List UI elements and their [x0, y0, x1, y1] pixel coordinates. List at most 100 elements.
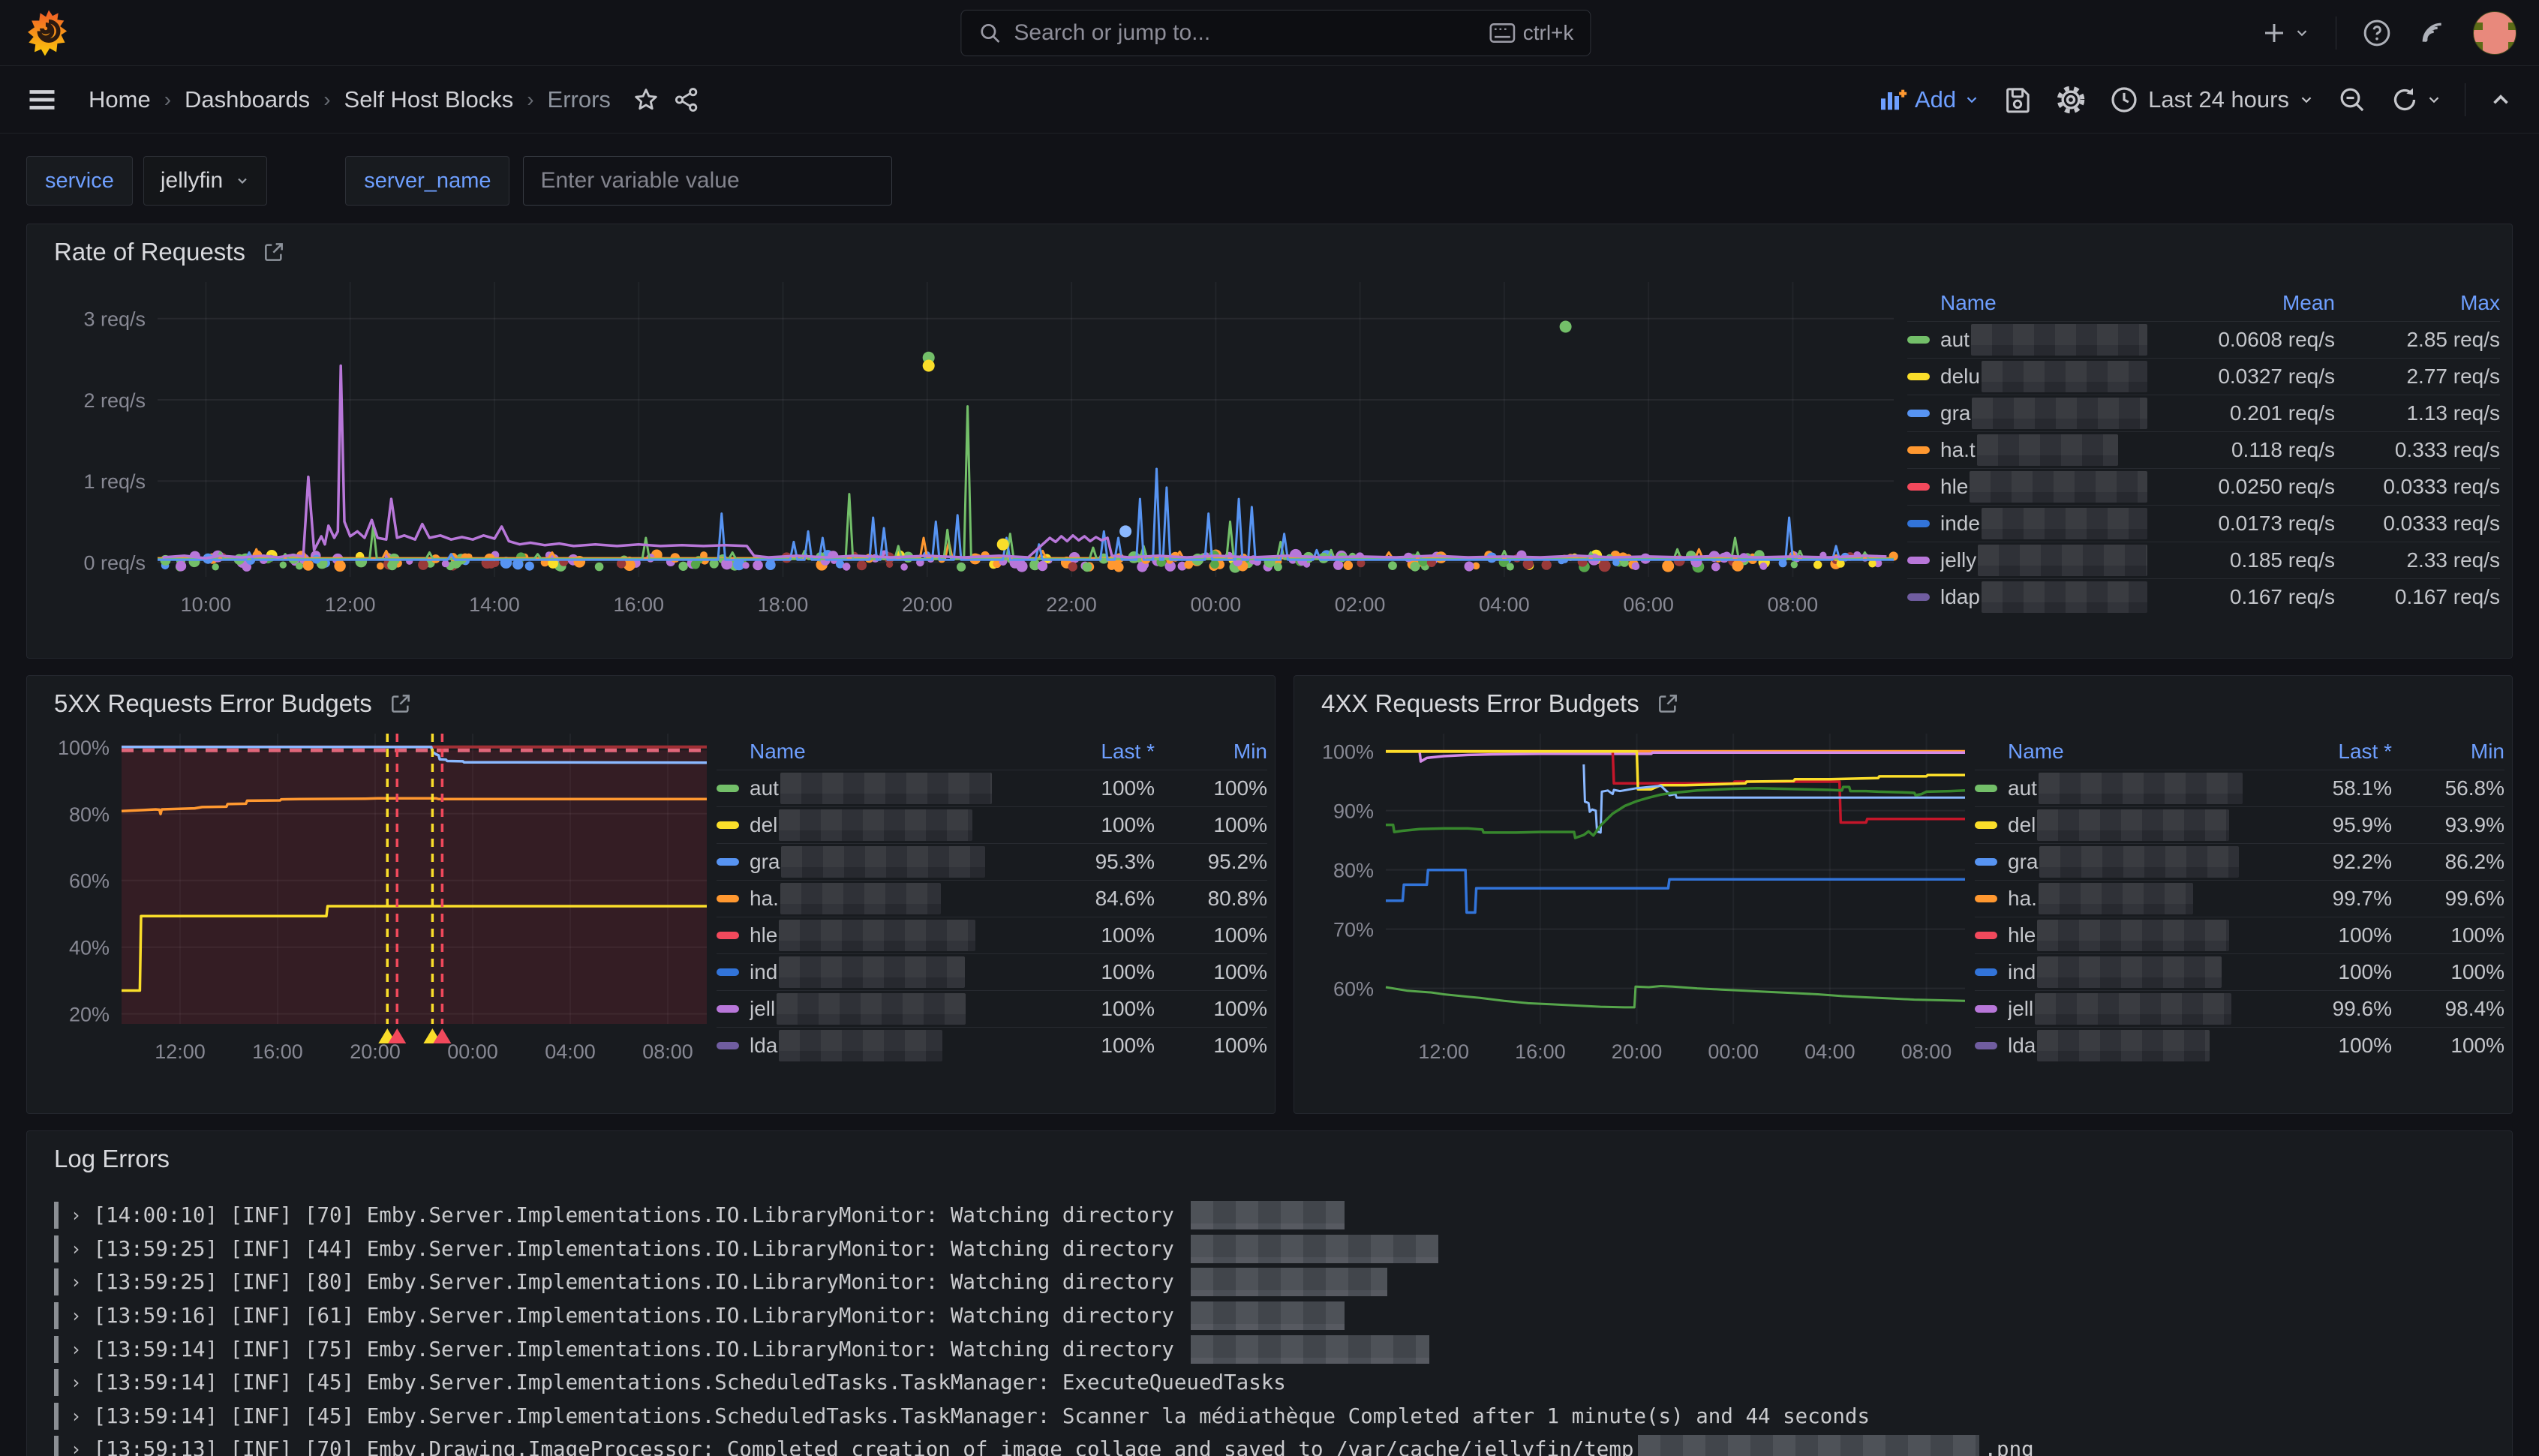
legend-rows: aut 58.1% 56.8% del 95.: [1975, 770, 2504, 1064]
log-line[interactable]: › [14:00:10] [INF] [70] Emby.Server.Impl…: [54, 1199, 2489, 1232]
legend-header-name[interactable]: Name: [2008, 740, 2257, 764]
external-link-icon[interactable]: [389, 692, 413, 716]
legend-header-mean[interactable]: Mean: [2147, 291, 2335, 315]
legend-row[interactable]: hle 100% 100%: [717, 917, 1267, 953]
zoom-out-time-button[interactable]: [2337, 85, 2367, 115]
breadcrumb: Home›Dashboards›Self Host Blocks›Errors: [89, 86, 611, 113]
svg-text:08:00: 08:00: [642, 1040, 693, 1063]
4xx-error-budget-chart[interactable]: 60%70%80%90%100%12:0016:0020:0000:0004:0…: [1305, 722, 1975, 1075]
legend-row[interactable]: lda 100% 100%: [717, 1027, 1267, 1064]
legend-row[interactable]: inde 0.0173 req/s 0.0333 req/s: [1907, 505, 2500, 542]
log-level-bar: [54, 1302, 59, 1329]
news-button[interactable]: [2417, 18, 2447, 48]
log-line[interactable]: › [13:59:16] [INF] [61] Emby.Server.Impl…: [54, 1299, 2489, 1333]
legend-header-max[interactable]: Max: [2335, 291, 2500, 315]
refresh-button[interactable]: [2390, 85, 2442, 115]
breadcrumb-item-dashboards[interactable]: Dashboards: [185, 86, 310, 113]
expand-chevron-icon[interactable]: ›: [71, 1238, 81, 1259]
favorite-button[interactable]: [632, 86, 660, 114]
variable-service-picker[interactable]: jellyfin: [143, 156, 267, 206]
time-range-picker[interactable]: Last 24 hours: [2109, 85, 2315, 115]
legend-row[interactable]: ha.t 0.118 req/s 0.333 req/s: [1907, 431, 2500, 468]
breadcrumb-item-self-host-blocks[interactable]: Self Host Blocks: [344, 86, 514, 113]
series-last: 100%: [2257, 1034, 2392, 1058]
legend-header-name[interactable]: Name: [1940, 291, 2147, 315]
clock-icon: [2109, 85, 2139, 115]
share-button[interactable]: [672, 86, 701, 114]
legend-row[interactable]: del 95.9% 93.9%: [1975, 806, 2504, 843]
legend-header-last[interactable]: Last *: [2257, 740, 2392, 764]
log-line[interactable]: › [13:59:13] [INF] [70] Emby.Drawing.Ima…: [54, 1433, 2489, 1456]
external-link-icon[interactable]: [1656, 692, 1680, 716]
new-button[interactable]: [2261, 20, 2310, 47]
log-text: [13:59:14] [INF] [45] Emby.Server.Implem…: [93, 1404, 1870, 1428]
legend-row[interactable]: jelly 0.185 req/s 2.33 req/s: [1907, 542, 2500, 578]
save-dashboard-button[interactable]: [2003, 85, 2033, 115]
legend-row[interactable]: gra 95.3% 95.2%: [717, 843, 1267, 880]
series-last: 100%: [1020, 776, 1155, 800]
refresh-icon: [2390, 85, 2420, 115]
legend-row[interactable]: ind 100% 100%: [1975, 953, 2504, 990]
svg-text:12:00: 12:00: [1418, 1040, 1469, 1063]
log-line[interactable]: › [13:59:25] [INF] [80] Emby.Server.Impl…: [54, 1265, 2489, 1299]
series-color-pill: [1975, 858, 1997, 866]
rate-of-requests-chart[interactable]: 0 req/s1 req/s2 req/s3 req/s10:0012:0014…: [47, 271, 1907, 623]
external-link-icon[interactable]: [262, 240, 286, 264]
expand-chevron-icon[interactable]: ›: [71, 1339, 81, 1360]
svg-text:100%: 100%: [1322, 741, 1374, 764]
legend-row[interactable]: jell 99.6% 98.4%: [1975, 990, 2504, 1027]
breadcrumb-item-home[interactable]: Home: [89, 86, 151, 113]
legend-row[interactable]: gra 92.2% 86.2%: [1975, 843, 2504, 880]
legend-row[interactable]: aut 0.0608 req/s 2.85 req/s: [1907, 321, 2500, 358]
legend-row[interactable]: delu 0.0327 req/s 2.77 req/s: [1907, 358, 2500, 395]
user-avatar[interactable]: [2473, 11, 2516, 55]
legend-row[interactable]: ha. 84.6% 80.8%: [717, 880, 1267, 917]
legend-header-min[interactable]: Min: [1155, 740, 1267, 764]
series-name: ha.: [2008, 883, 2257, 914]
collapse-toolbar-button[interactable]: [2488, 87, 2513, 113]
legend-row[interactable]: hle 100% 100%: [1975, 917, 2504, 953]
legend-row[interactable]: ind 100% 100%: [717, 953, 1267, 990]
redacted-text: [2039, 773, 2243, 804]
log-line[interactable]: › [13:59:14] [INF] [75] Emby.Server.Impl…: [54, 1332, 2489, 1366]
legend-row[interactable]: lda 100% 100%: [1975, 1027, 2504, 1064]
legend-header-min[interactable]: Min: [2392, 740, 2504, 764]
legend-row[interactable]: jell 100% 100%: [717, 990, 1267, 1027]
mega-menu-button[interactable]: [26, 83, 59, 116]
svg-text:0 req/s: 0 req/s: [83, 552, 146, 575]
expand-chevron-icon[interactable]: ›: [71, 1205, 81, 1226]
expand-chevron-icon[interactable]: ›: [71, 1305, 81, 1326]
legend-header: Name Last * Min: [1975, 733, 2504, 770]
legend-row[interactable]: del 100% 100%: [717, 806, 1267, 843]
series-mean: 0.167 req/s: [2147, 585, 2335, 609]
legend-row[interactable]: ldap 0.167 req/s 0.167 req/s: [1907, 578, 2500, 615]
log-line[interactable]: › [13:59:25] [INF] [44] Emby.Server.Impl…: [54, 1232, 2489, 1266]
panel-5xx-error-budgets: 5XX Requests Error Budgets 20%40%60%80%1…: [26, 675, 1276, 1114]
legend-header-last[interactable]: Last *: [1020, 740, 1155, 764]
grafana-logo[interactable]: [26, 8, 72, 58]
5xx-error-budget-chart[interactable]: 20%40%60%80%100%12:0016:0020:0000:0004:0…: [38, 722, 717, 1075]
series-color-pill: [1975, 968, 1997, 976]
global-search[interactable]: Search or jump to... ctrl+k: [960, 10, 1591, 56]
log-line[interactable]: › [13:59:14] [INF] [45] Emby.Server.Impl…: [54, 1366, 2489, 1400]
redacted-text: [2035, 993, 2231, 1025]
add-panel-button[interactable]: Add: [1877, 85, 1980, 115]
series-last: 95.9%: [2257, 813, 2392, 837]
search-shortcut: ctrl+k: [1490, 21, 1574, 45]
legend-row[interactable]: ha. 99.7% 99.6%: [1975, 880, 2504, 917]
series-max: 2.85 req/s: [2335, 328, 2500, 352]
expand-chevron-icon[interactable]: ›: [71, 1271, 81, 1292]
legend-header-name[interactable]: Name: [750, 740, 1020, 764]
svg-text:16:00: 16:00: [613, 593, 664, 616]
expand-chevron-icon[interactable]: ›: [71, 1406, 81, 1427]
help-button[interactable]: [2362, 18, 2392, 48]
legend-row[interactable]: hle 0.0250 req/s 0.0333 req/s: [1907, 468, 2500, 505]
legend-row[interactable]: gra 0.201 req/s 1.13 req/s: [1907, 395, 2500, 431]
dashboard-settings-button[interactable]: [2055, 84, 2087, 116]
log-line[interactable]: › [13:59:14] [INF] [45] Emby.Server.Impl…: [54, 1400, 2489, 1433]
expand-chevron-icon[interactable]: ›: [71, 1439, 81, 1456]
expand-chevron-icon[interactable]: ›: [71, 1372, 81, 1393]
variable-server-name-input[interactable]: [523, 156, 892, 206]
legend-row[interactable]: aut 58.1% 56.8%: [1975, 770, 2504, 806]
legend-row[interactable]: aut 100% 100%: [717, 770, 1267, 806]
